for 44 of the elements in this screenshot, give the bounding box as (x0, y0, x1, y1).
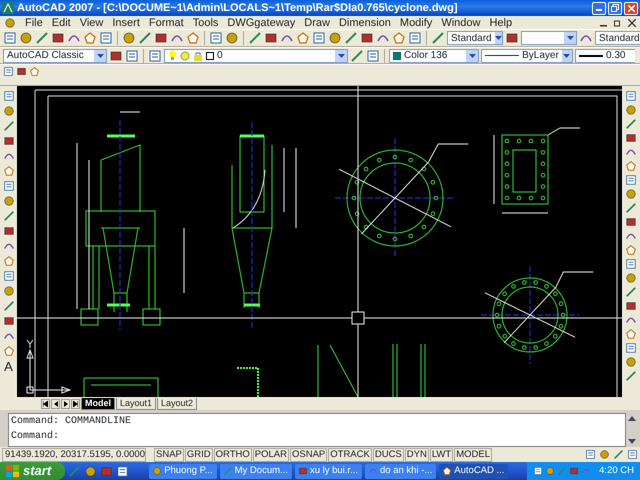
status-toggle[interactable]: GRID (184, 448, 213, 462)
workspace-dropdown[interactable]: AutoCAD Classic (3, 48, 107, 62)
menu-item[interactable]: Insert (112, 16, 140, 28)
status-toggle[interactable]: SNAP (154, 448, 184, 462)
status-toggle[interactable]: DUCS (372, 448, 404, 462)
menu-item[interactable]: Format (148, 16, 184, 28)
menu-item[interactable]: Edit (52, 16, 71, 28)
menu-item[interactable]: Help (489, 16, 512, 28)
menu-item[interactable]: DWGgateway (227, 16, 296, 28)
layout-tab[interactable]: Model (81, 398, 115, 410)
command-line: Command: (11, 430, 60, 444)
status-toggle[interactable]: OTRACK (328, 448, 372, 462)
menu-item[interactable]: View (80, 16, 104, 28)
status-toggle[interactable]: DYN (404, 448, 429, 462)
taskbar-button[interactable]: xu ly bui.r... (294, 464, 362, 478)
start-button[interactable]: start (0, 462, 66, 480)
taskbar-button[interactable]: My Docum... (220, 464, 292, 478)
menu-item[interactable]: Window (441, 16, 480, 28)
layout-tab[interactable]: Layout1 (116, 398, 156, 410)
status-toggle[interactable]: POLAR (252, 448, 289, 462)
taskbar-button[interactable]: Phuong P... (149, 464, 217, 478)
menu-item[interactable]: Modify (400, 16, 432, 28)
clock: 4:20 CH (599, 464, 634, 478)
linetype-dropdown[interactable]: ByLayer (481, 48, 573, 62)
status-toggle[interactable]: ORTHO (214, 448, 252, 462)
lineweight-dropdown[interactable]: 0.30 (575, 48, 635, 62)
taskbar-button[interactable]: AutoCAD ... (439, 464, 508, 478)
status-toggle[interactable]: MODEL (454, 448, 492, 462)
coordinates-readout: 91439.1920, 20317.5195, 0.0000 (2, 448, 146, 462)
layout-tab[interactable]: Layout2 (157, 398, 198, 410)
window-title: AutoCAD 2007 - [C:\DOCUME~1\Admin\LOCALS~1\Temp\Rar$DIa0.765\cyclone.dwg] (17, 0, 458, 16)
text-tool[interactable]: A (4, 360, 13, 373)
text-style-dropdown[interactable]: Standard (447, 31, 503, 45)
menu-item[interactable]: Dimension (338, 16, 391, 28)
menu-item[interactable]: Draw (304, 16, 330, 28)
status-toggle[interactable]: OSNAP (290, 448, 328, 462)
layer-dropdown[interactable]: 0 (164, 48, 348, 62)
table-style-dropdown[interactable]: Standard (595, 31, 640, 45)
color-dropdown[interactable]: Color 136 (389, 48, 479, 62)
taskbar-button[interactable]: do an khi -... (365, 464, 436, 478)
menu-item[interactable]: Tools (192, 16, 218, 28)
command-line: Command: COMMANDLINE (11, 414, 132, 429)
menu-item[interactable]: File (25, 16, 43, 28)
status-toggle[interactable]: LWT (430, 448, 454, 462)
